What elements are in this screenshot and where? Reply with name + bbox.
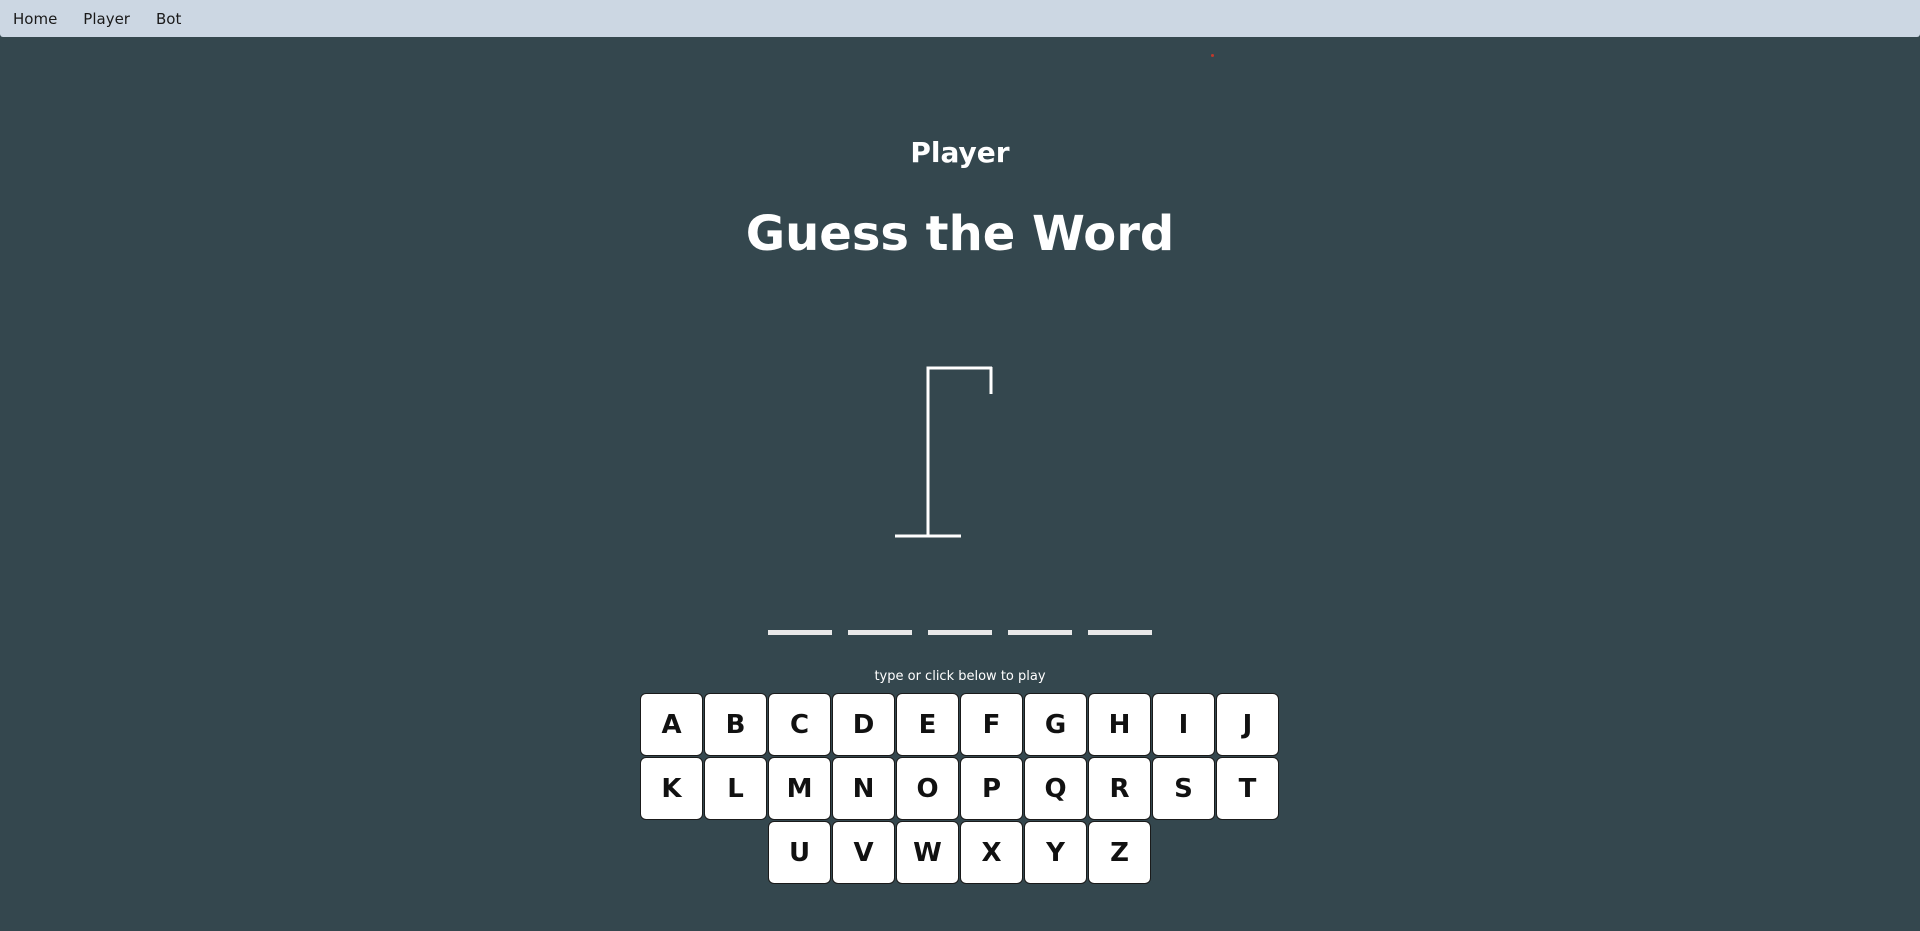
keyboard-row: KLMNOPQRST [640,757,1280,821]
nav-link-bot[interactable]: Bot [156,10,181,28]
mode-subtitle: Player [910,136,1010,169]
play-hint: type or click below to play [874,669,1046,684]
letter-key-w[interactable]: W [896,821,959,884]
letter-key-r[interactable]: R [1088,757,1151,820]
gallows-icon [895,366,993,538]
top-navbar: Home Player Bot [0,0,1920,37]
letter-key-y[interactable]: Y [1024,821,1087,884]
letter-keyboard: ABCDEFGHIJKLMNOPQRSTUVWXYZ [640,693,1280,885]
letter-key-g[interactable]: G [1024,693,1087,756]
letter-blank [928,630,992,635]
letter-key-a[interactable]: A [640,693,703,756]
nav-link-home[interactable]: Home [13,10,57,28]
letter-key-z[interactable]: Z [1088,821,1151,884]
letter-key-t[interactable]: T [1216,757,1279,820]
letter-key-k[interactable]: K [640,757,703,820]
letter-key-c[interactable]: C [768,693,831,756]
letter-key-o[interactable]: O [896,757,959,820]
letter-key-e[interactable]: E [896,693,959,756]
keyboard-row: ABCDEFGHIJ [640,693,1280,757]
letter-blank [1088,630,1152,635]
cursor-dot [1211,54,1214,57]
letter-key-b[interactable]: B [704,693,767,756]
letter-blank [848,630,912,635]
letter-key-d[interactable]: D [832,693,895,756]
letter-key-m[interactable]: M [768,757,831,820]
letter-key-q[interactable]: Q [1024,757,1087,820]
nav-link-player[interactable]: Player [83,10,130,28]
page-title: Guess the Word [745,206,1175,262]
letter-key-f[interactable]: F [960,693,1023,756]
letter-blank [768,630,832,635]
keyboard-row: UVWXYZ [640,821,1280,885]
letter-key-i[interactable]: I [1152,693,1215,756]
letter-key-h[interactable]: H [1088,693,1151,756]
letter-key-x[interactable]: X [960,821,1023,884]
letter-blank [1008,630,1072,635]
letter-key-l[interactable]: L [704,757,767,820]
letter-key-u[interactable]: U [768,821,831,884]
letter-key-n[interactable]: N [832,757,895,820]
letter-key-v[interactable]: V [832,821,895,884]
letter-key-p[interactable]: P [960,757,1023,820]
word-blanks [768,630,1168,635]
letter-key-j[interactable]: J [1216,693,1279,756]
letter-key-s[interactable]: S [1152,757,1215,820]
